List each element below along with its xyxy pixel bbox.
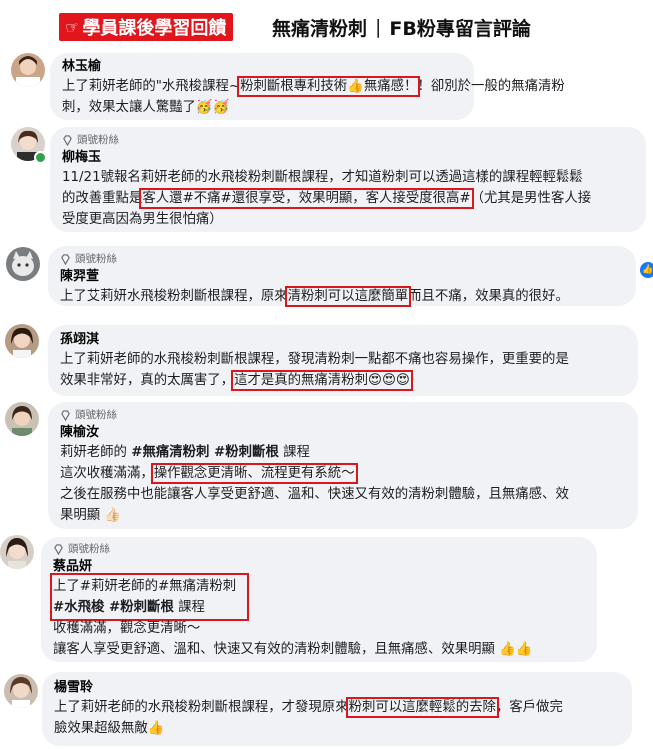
comment-text: 臉效果超級無敵👍: [54, 721, 165, 736]
comment-line: #水飛梭 #粉刺斷根 課程: [53, 597, 236, 618]
comment-bubble: 頭號粉絲 陳羿萱 上了艾莉妍水飛梭粉刺斷根課程，原來清粉刺可以這麼簡單而且不痛，…: [48, 246, 636, 307]
comment-text: 上了艾莉妍水飛梭粉刺斷根課程，原來: [60, 289, 288, 304]
fan-label: 頭號粉絲: [75, 409, 117, 421]
fan-label: 頭號粉絲: [77, 134, 119, 146]
comment-line: 的改善重點是客人還#不痛#還很享受，效果明顯，客人接受度很高#（尤其是男性客人接: [62, 188, 634, 209]
comment-text: 11/21號報名莉妍老師的水飛梭粉刺斷根課程，才知道粉刺可以透過這樣的課程輕輕鬆…: [62, 170, 583, 185]
comment-line: 這次收穫滿滿，操作觀念更清晰、流程更有系統～: [60, 463, 626, 484]
avatar[interactable]: [4, 674, 38, 708]
comment-text: 果明顯 👍🏻: [60, 508, 122, 523]
commenter-name[interactable]: 柳梅玉: [62, 148, 634, 167]
top-fan-badge: 頭號粉絲: [53, 542, 585, 557]
comment-text: ！卻別於一般的無痛清粉: [417, 79, 565, 94]
comment-text: 課程: [173, 600, 205, 615]
comment-line: 臉效果超級無敵👍: [54, 718, 620, 739]
diamond-icon: [54, 544, 63, 555]
title-main: 無痛清粉刺: [272, 17, 368, 40]
comment-line: 上了莉妍老師的"水飛梭課程~粉刺斷根專利技術👍無痛感！！卻別於一般的無痛清粉: [62, 76, 565, 97]
comment-text: 上了莉妍老師的"水飛梭課程~: [62, 79, 241, 94]
comment-line: 莉妍老師的 #無痛清粉刺 #粉刺斷根 課程: [60, 442, 626, 463]
avatar[interactable]: [6, 247, 40, 281]
comment-text: 讓客人享受更舒適、溫和、快速又有效的清粉刺體驗，且無痛感、效果明顯 👍👍: [53, 642, 533, 657]
top-fan-badge: 頭號粉絲: [62, 133, 634, 148]
highlighted-text: 客人還#不痛#還很享受，效果明顯，客人接受度很高#: [139, 188, 474, 209]
highlighted-block: 上了#莉妍老師的#無痛清粉刺 #水飛梭 #粉刺斷根 課程: [49, 573, 250, 621]
avatar[interactable]: [0, 535, 34, 569]
comment-text: ，客戶做完: [495, 700, 563, 715]
top-fan-badge: 頭號粉絲: [60, 408, 626, 423]
diamond-icon: [63, 135, 72, 146]
comment-text: 的改善重點是: [62, 191, 143, 206]
comment-line: 上了莉妍老師的水飛梭粉刺斷根課程，才發現原來粉刺可以這麼輕鬆的去除，客戶做完: [54, 697, 620, 718]
comment-text: 上了莉妍老師的水飛梭粉刺斷根課程，發現清粉刺一點都不痛也容易操作，更重要的是: [60, 352, 569, 367]
page-title: 無痛清粉刺 | FB粉專留言評論: [272, 13, 531, 41]
comment-text: 課程: [278, 445, 310, 460]
comment-bubble: 頭號粉絲 陳榆汝 莉妍老師的 #無痛清粉刺 #粉刺斷根 課程 這次收穫滿滿，操作…: [48, 402, 638, 529]
header-banner: ☞ 學員課後學習回饋 無痛清粉刺 | FB粉專留言評論: [0, 0, 653, 52]
comment-bubble: 孫翊淇 上了莉妍老師的水飛梭粉刺斷根課程，發現清粉刺一點都不痛也容易操作，更重要…: [48, 325, 638, 396]
commenter-name[interactable]: 楊雪聆: [54, 678, 620, 697]
badge-label: 學員課後學習回饋: [82, 18, 227, 39]
title-separator: |: [375, 16, 382, 38]
comment-bubble: 楊雪聆 上了莉妍老師的水飛梭粉刺斷根課程，才發現原來粉刺可以這麼輕鬆的去除，客戶…: [42, 672, 632, 746]
comment-text: 上了#莉妍老師的#無痛清粉刺: [53, 579, 237, 594]
hashtag-text[interactable]: #水飛梭 #粉刺斷根: [53, 600, 174, 615]
comment-text: 之後在服務中也能讓客人享受更舒適、溫和、快速又有效的清粉刺體驗，且無痛感、效: [60, 487, 569, 502]
comment-text: 而且不痛，效果真的很好。: [408, 289, 569, 304]
commenter-name[interactable]: 蔡品妍: [53, 557, 585, 576]
commenter-name[interactable]: 陳羿萱: [60, 267, 624, 286]
comment-text: 這次收穫滿滿，: [60, 466, 154, 481]
fan-label: 頭號粉絲: [75, 253, 117, 265]
comment-bubble: 林玉榆 上了莉妍老師的"水飛梭課程~粉刺斷根專利技術👍無痛感！！卻別於一般的無痛…: [50, 53, 565, 120]
highlighted-text: 清粉刺可以這麼簡單: [284, 286, 412, 307]
comment-line: 上了#莉妍老師的#無痛清粉刺: [53, 576, 236, 597]
highlighted-text: 粉刺可以這麼輕鬆的去除: [345, 697, 499, 718]
diamond-icon: [61, 254, 70, 265]
comment-line: 收穫滿滿，觀念更清晰～: [53, 618, 585, 639]
comment-line: 讓客人享受更舒適、溫和、快速又有效的清粉刺體驗，且無痛感、效果明顯 👍👍: [53, 639, 585, 660]
comment-text: 莉妍老師的: [60, 445, 132, 460]
comment-bubble: 頭號粉絲 柳梅玉 11/21號報名莉妍老師的水飛梭粉刺斷根課程，才知道粉刺可以透…: [50, 127, 646, 232]
comment-line: 效果非常好，真的太厲害了，這才是真的無痛清粉刺😍😍😍: [60, 370, 626, 391]
comment-text: 效果非常好，真的太厲害了，: [60, 373, 235, 388]
highlighted-text: 粉刺斷根專利技術👍無痛感！: [237, 76, 421, 97]
top-fan-badge: 頭號粉絲: [60, 252, 624, 267]
avatar[interactable]: [5, 324, 39, 358]
like-reaction-icon[interactable]: 👍: [640, 262, 653, 278]
pointing-hand-icon: ☞: [63, 16, 81, 38]
comment-line: 上了莉妍老師的水飛梭粉刺斷根課程，發現清粉刺一點都不痛也容易操作，更重要的是: [60, 349, 626, 370]
hashtag-text[interactable]: #無痛清粉刺 #粉刺斷根: [131, 445, 279, 460]
comment-line: 之後在服務中也能讓客人享受更舒適、溫和、快速又有效的清粉刺體驗，且無痛感、效: [60, 484, 626, 505]
title-sub: FB粉專留言評論: [389, 17, 531, 40]
avatar[interactable]: [11, 53, 45, 87]
comment-text: 受度更高因為男生很怕痛）: [62, 212, 223, 227]
commenter-name[interactable]: 陳榆汝: [60, 423, 626, 442]
diamond-icon: [61, 410, 70, 421]
comment-line: 刺，效果太讓人驚豔了🥳🥳: [62, 97, 462, 118]
comment-text: （尤其是男性客人接: [470, 191, 592, 206]
comment-line: 11/21號報名莉妍老師的水飛梭粉刺斷根課程，才知道粉刺可以透過這樣的課程輕輕鬆…: [62, 167, 634, 188]
comment-text: 收穫滿滿，觀念更清晰～: [53, 621, 201, 636]
comment-bubble: 頭號粉絲 蔡品妍 上了#莉妍老師的#無痛清粉刺 #水飛梭 #粉刺斷根 課程 收穫…: [41, 537, 597, 662]
online-status-dot: [34, 151, 47, 164]
feedback-badge: ☞ 學員課後學習回饋: [59, 13, 234, 41]
highlighted-text: 這才是真的無痛清粉刺😍😍😍: [231, 370, 413, 391]
comment-text: 刺，效果太讓人驚豔了🥳🥳: [62, 100, 230, 115]
avatar[interactable]: [5, 402, 39, 436]
commenter-name[interactable]: 孫翊淇: [60, 330, 626, 349]
comment-line: 受度更高因為男生很怕痛）: [62, 209, 634, 230]
comment-text: 上了莉妍老師的水飛梭粉刺斷根課程，才發現原來: [54, 700, 349, 715]
highlighted-text: 操作觀念更清晰、流程更有系統～: [150, 463, 358, 484]
commenter-name[interactable]: 林玉榆: [62, 57, 462, 76]
fan-label: 頭號粉絲: [68, 543, 110, 555]
comment-line: 果明顯 👍🏻: [60, 505, 626, 526]
comment-line: 上了艾莉妍水飛梭粉刺斷根課程，原來清粉刺可以這麼簡單而且不痛，效果真的很好。: [60, 286, 624, 307]
